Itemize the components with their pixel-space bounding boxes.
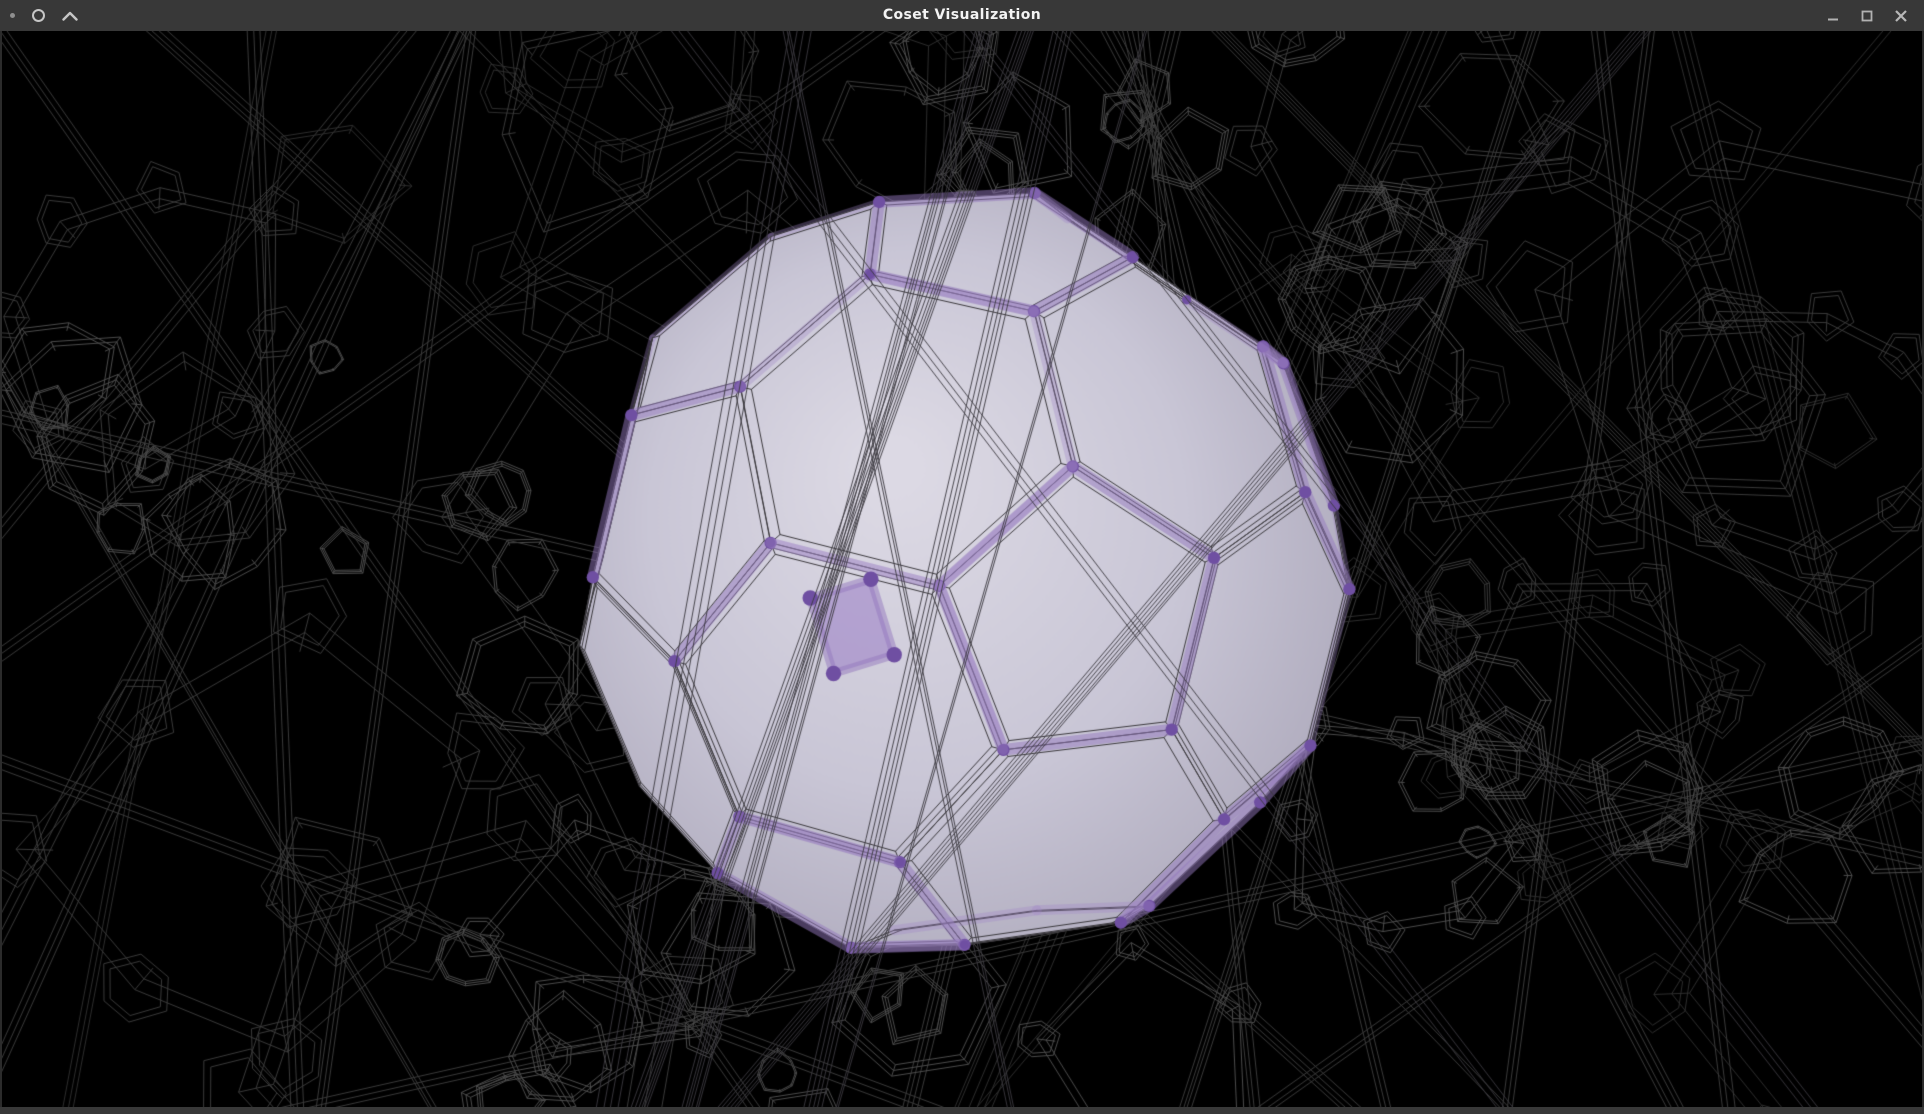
app-window: Coset Visualization xyxy=(0,0,1924,1114)
dot-icon xyxy=(10,13,15,18)
circle-icon[interactable] xyxy=(32,9,45,22)
close-icon xyxy=(1894,9,1908,23)
titlebar[interactable]: Coset Visualization xyxy=(0,0,1924,31)
maximize-icon xyxy=(1861,10,1873,22)
close-button[interactable] xyxy=(1884,0,1918,31)
window-border-left xyxy=(0,31,2,1107)
coset-viewport xyxy=(2,31,1922,1107)
maximize-button[interactable] xyxy=(1850,0,1884,31)
window-border-bottom xyxy=(0,1107,1924,1114)
window-title: Coset Visualization xyxy=(883,0,1041,31)
minimize-icon xyxy=(1827,10,1839,22)
scene-canvas-3d[interactable] xyxy=(2,31,1922,1107)
minimize-button[interactable] xyxy=(1816,0,1850,31)
chevron-up-icon[interactable] xyxy=(62,11,78,21)
titlebar-left-icons xyxy=(10,0,78,31)
window-controls xyxy=(1816,0,1918,31)
